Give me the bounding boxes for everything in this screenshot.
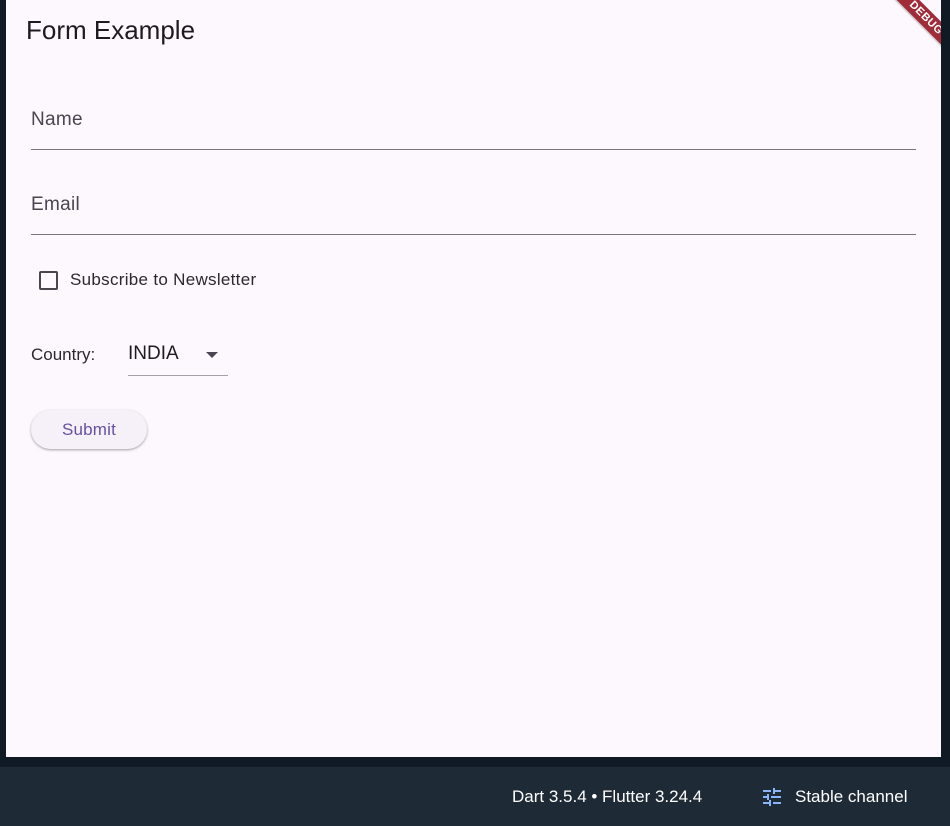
name-input[interactable] <box>31 89 920 151</box>
country-label: Country: <box>31 345 96 364</box>
email-input[interactable] <box>31 174 920 236</box>
dropdown-arrow-icon <box>206 352 218 358</box>
country-dropdown[interactable]: INDIA <box>128 335 228 376</box>
submit-button-label: Submit <box>61 419 117 439</box>
channel-selector[interactable]: Stable channel <box>760 785 907 809</box>
submit-button[interactable]: Submit <box>31 410 147 449</box>
footer-bar: Dart 3.5.4 • Flutter 3.24.4 Stable chann… <box>0 767 950 826</box>
debug-banner: DEBUG <box>877 0 941 67</box>
tune-icon <box>763 788 781 806</box>
newsletter-checkbox[interactable] <box>39 270 58 290</box>
newsletter-checkbox-label: Subscribe to Newsletter <box>70 270 257 289</box>
version-info: Dart 3.5.4 • Flutter 3.24.4 <box>512 787 703 806</box>
channel-label: Stable channel <box>795 787 908 806</box>
debug-banner-text: DEBUG <box>906 0 941 38</box>
page-title: Form Example <box>26 15 196 45</box>
app-window: Form Example Name Email Subscribe to New… <box>6 0 941 757</box>
name-field[interactable]: Name <box>31 89 920 151</box>
newsletter-checkbox-row[interactable]: Subscribe to Newsletter <box>35 267 256 293</box>
email-field[interactable]: Email <box>31 174 920 236</box>
country-dropdown-value: INDIA <box>128 343 179 364</box>
